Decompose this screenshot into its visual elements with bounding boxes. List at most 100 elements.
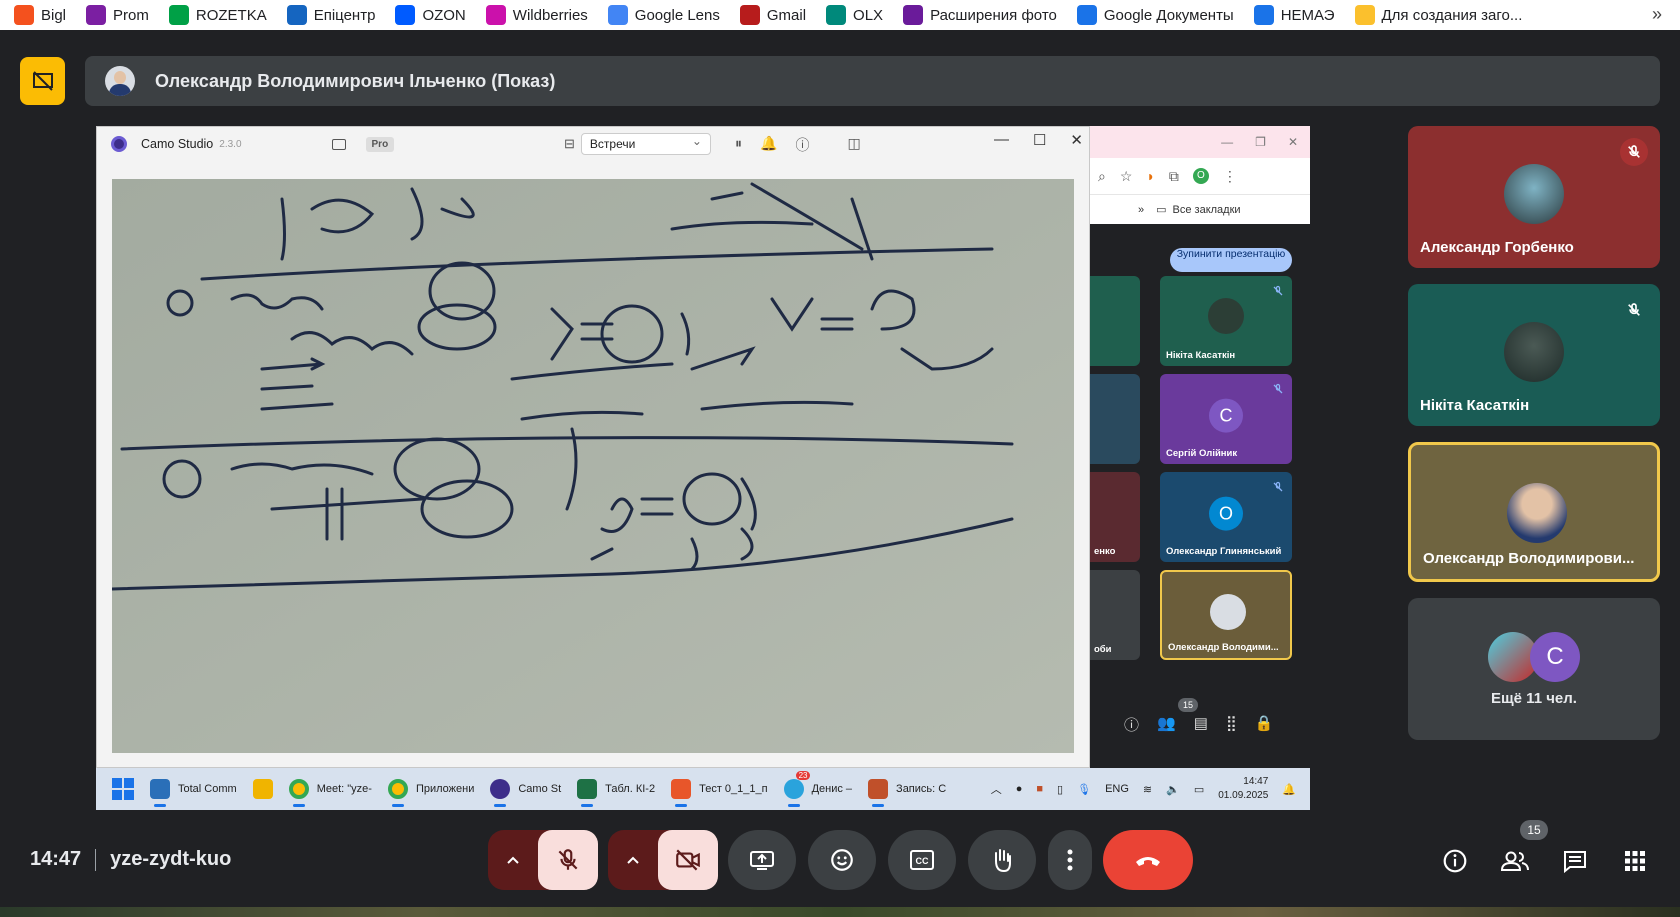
mic-options-button[interactable] [488, 830, 538, 890]
chevron-icon: » [1138, 203, 1145, 216]
reactions-button[interactable] [808, 830, 876, 890]
bookmark-icon [1076, 5, 1097, 25]
leave-call-button[interactable] [1103, 830, 1193, 890]
shared-participant-tile: С Сергій Олійник [1160, 374, 1292, 464]
bookmark-icon [86, 5, 107, 25]
bookmark-item[interactable]: Для создания заго... [1354, 5, 1522, 25]
mic-tray-icon: 🎙 [1077, 783, 1092, 796]
participant-avatar [1208, 298, 1244, 334]
mic-muted-icon [1620, 138, 1648, 166]
chrome-icon [288, 779, 309, 799]
shared-meet-controls: ⓘ 👥 ▤ ⣿ 🔒 [1124, 714, 1274, 735]
camo-studio-window: Camo Studio 2.3.0 Pro ⊟ Встречи ⏸ 🔔 ⓘ ◫ … [96, 126, 1090, 768]
bookmark-label: НЕМАЭ [1280, 6, 1335, 24]
bookmarks-overflow-button[interactable]: » [1652, 4, 1662, 25]
shared-participant-tile-partial [1088, 276, 1140, 366]
meeting-info: 14:47 yze-zydt-kuo [30, 848, 231, 871]
shared-participant-tile-partial: енко [1088, 472, 1140, 562]
captions-button[interactable]: CC [888, 830, 956, 890]
participant-tile[interactable]: Олександр Володимирови... [1408, 442, 1660, 582]
meeting-time: 14:47 [30, 848, 82, 870]
participant-initial-avatar: С [1530, 632, 1580, 682]
camo-source: ⊟ Встречи [564, 131, 711, 155]
bookmark-item[interactable]: Prom [86, 5, 149, 25]
activities-button[interactable] [1620, 846, 1650, 876]
taskbar-app: Camo St [490, 779, 562, 807]
closed-captions-icon: CC [910, 850, 934, 870]
participant-initial: С [1209, 398, 1243, 433]
stop-presenting-icon[interactable] [20, 57, 65, 105]
mic-toggle-button[interactable] [538, 830, 598, 890]
participant-name: Олександр Володими... [1168, 642, 1279, 653]
bookmark-item[interactable]: Bigl [14, 5, 66, 25]
bookmark-item[interactable]: ROZETKA [168, 5, 267, 25]
browser-window-controls: — ❐ ✕ [1088, 126, 1310, 158]
camera-off-icon [676, 849, 700, 871]
participant-tile[interactable]: С Ещё 11 чел. [1408, 598, 1660, 740]
taskbar-app: Total Comm [150, 779, 237, 807]
tray-chevron-icon: ︿ [990, 784, 1002, 796]
meet-window: Bigl Prom ROZETKA Епіцентр OZON Wildberries Go… [0, 0, 1680, 917]
taskbar-apps: Total Comm Meet: "yze- Приложени Camo St Таб… [134, 771, 946, 807]
language-indicator: ENG [1105, 783, 1129, 795]
taskbar-app-label: Camo St [518, 783, 562, 795]
camo-icon [490, 779, 511, 799]
svg-text:CC: CC [916, 856, 929, 866]
participant-tile[interactable]: Нікіта Касаткін [1408, 284, 1660, 426]
pro-badge: Pro [365, 136, 395, 152]
meeting-details-button[interactable] [1440, 846, 1470, 876]
browser-toolbar: ⌕ ☆ ◗ ⧉ О ⋮ [1088, 158, 1310, 194]
browser-bookmarks: » ▭ Все закладки [1088, 194, 1310, 224]
bookmark-item[interactable]: Google Lens [607, 5, 720, 25]
participant-name: оби [1094, 644, 1112, 655]
taskbar-app: 23 Денис – [783, 771, 852, 807]
taskbar-app [252, 779, 273, 799]
taskbar-app-label: Тест 0_1_1_п [699, 783, 768, 795]
bookmark-label: Google Документы [1103, 6, 1234, 24]
pause-icon: ⏸ [735, 135, 742, 151]
camera-toggle-button[interactable] [658, 830, 718, 890]
raise-hand-button[interactable] [968, 830, 1036, 890]
camo-titlebar: Camo Studio 2.3.0 Pro ⊟ Встречи ⏸ 🔔 ⓘ ◫ … [97, 127, 1089, 161]
bookmark-item[interactable]: OZON [395, 5, 466, 25]
record-tray-icon: ■ [1036, 783, 1044, 795]
folder-icon [252, 779, 273, 799]
people-button[interactable] [1500, 846, 1530, 876]
star-icon: ☆ [1119, 167, 1133, 184]
taskbar-app-label: Приложени [415, 783, 475, 795]
camera-options-button[interactable] [608, 830, 658, 890]
apps-icon: ⣿ [1225, 715, 1237, 732]
participant-tile[interactable]: Александр Горбенко [1408, 126, 1660, 268]
unread-badge: 23 [795, 771, 811, 780]
hand-icon [995, 849, 1011, 873]
taskbar-app: Запись: С [868, 779, 946, 807]
desktop-strip [0, 907, 1680, 917]
bookmark-icon [286, 5, 307, 25]
participants-count-badge: 15 [1178, 698, 1198, 712]
more-options-button[interactable] [1048, 830, 1092, 890]
excel-icon [577, 779, 598, 799]
bookmark-item[interactable]: Расширения фото [903, 5, 1057, 25]
present-button[interactable] [728, 830, 796, 890]
bookmark-item[interactable]: НЕМАЭ [1253, 5, 1335, 25]
bookmark-item[interactable]: Wildberries [485, 5, 588, 25]
mic-muted-icon [1272, 284, 1284, 296]
bookmark-item[interactable]: OLX [826, 5, 883, 25]
participant-avatar [1210, 594, 1246, 630]
shared-participant-tile: Олександр Володими... [1160, 570, 1292, 660]
more-vert-icon [1067, 849, 1073, 871]
chat-button[interactable] [1560, 846, 1590, 876]
close-icon: ✕ [1287, 135, 1298, 149]
bookmark-icon [168, 5, 189, 25]
bookmark-item[interactable]: Gmail [739, 5, 807, 25]
bookmark-label: Епіцентр [313, 6, 376, 24]
bookmark-label: Gmail [766, 6, 807, 24]
bookmark-icon [14, 5, 34, 25]
participant-name: Олександр Володимирови... [1423, 550, 1635, 567]
participant-name: енко [1094, 546, 1116, 557]
bookmark-item[interactable]: Епіцентр [286, 5, 376, 25]
taskbar-app-label: Total Comm [178, 783, 237, 795]
more-participants-label: Ещё 11 чел. [1491, 690, 1577, 707]
system-tray: ︿ ● ■ ▯ 🎙 ENG ≋ 🔈 ▭ 14:47 01.09.2025 🔔 [991, 775, 1296, 803]
bookmark-item[interactable]: Google Документы [1076, 5, 1234, 25]
